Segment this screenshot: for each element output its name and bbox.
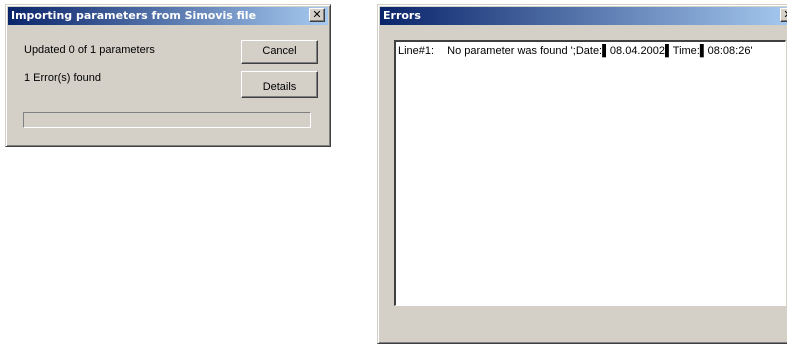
errors-window: Errors ✕ Line#1: No parameter was found …: [377, 4, 787, 344]
details-button[interactable]: Details: [241, 71, 318, 98]
close-icon[interactable]: ✕: [309, 8, 325, 22]
import-dialog-titlebar: Importing parameters from Simovis file: [8, 7, 328, 25]
error-line-label: Line#1:: [398, 45, 435, 57]
import-status-text: Updated 0 of 1 parameters: [24, 44, 155, 56]
error-count-text: 1 Error(s) found: [24, 72, 102, 84]
import-progress-bar: [23, 112, 311, 128]
import-dialog: Importing parameters from Simovis file ✕…: [5, 4, 331, 147]
errors-window-title: Errors: [383, 9, 421, 22]
errors-window-titlebar: Errors: [380, 7, 787, 25]
error-message: No parameter was found ';Date:▌08.04.200…: [447, 45, 753, 57]
close-icon[interactable]: ✕: [780, 8, 787, 22]
cancel-button[interactable]: Cancel: [241, 40, 318, 64]
import-dialog-title: Importing parameters from Simovis file: [11, 9, 257, 22]
error-entry: Line#1: No parameter was found ';Date:▌0…: [398, 45, 753, 57]
errors-list[interactable]: Line#1: No parameter was found ';Date:▌0…: [394, 40, 786, 306]
